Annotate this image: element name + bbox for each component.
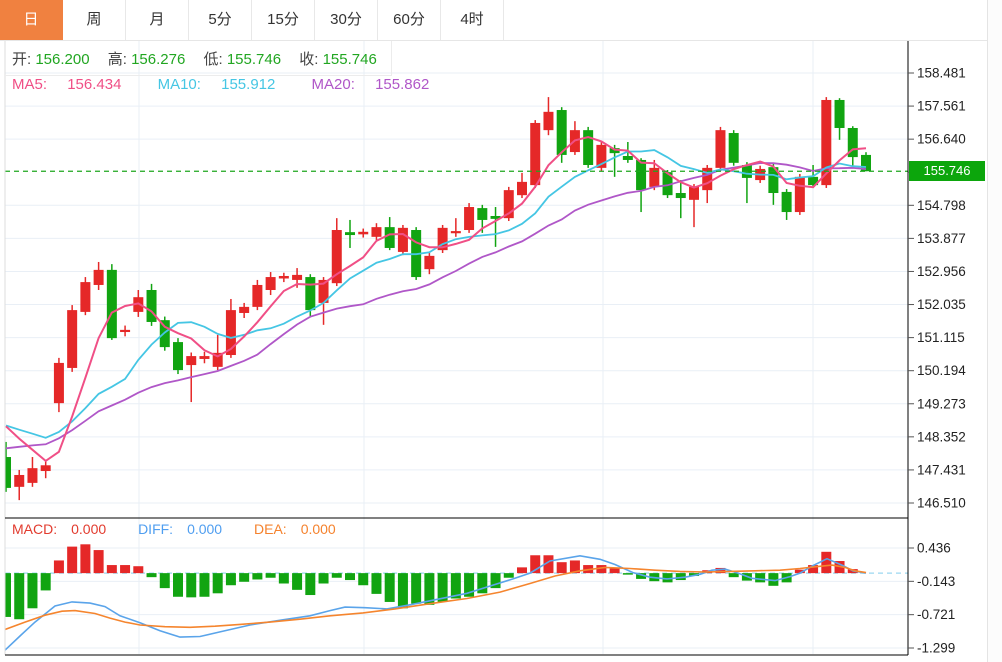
svg-text:-1.299: -1.299 xyxy=(917,641,955,656)
macd-value-label: MACD:0.000 xyxy=(12,521,120,537)
tab-timeframe-4[interactable]: 15分 xyxy=(252,0,315,40)
svg-text:147.431: 147.431 xyxy=(917,462,966,477)
trading-chart-app: 日周月5分15分30分60分4时 158.481157.561156.64015… xyxy=(0,0,1002,662)
svg-text:153.877: 153.877 xyxy=(917,231,966,246)
dea-value-label: DEA:0.000 xyxy=(254,521,350,537)
svg-text:151.115: 151.115 xyxy=(917,330,965,345)
svg-text:152.035: 152.035 xyxy=(917,297,966,312)
ma20-legend: MA20: 155.862 xyxy=(312,76,446,93)
svg-text:0.436: 0.436 xyxy=(917,541,951,556)
svg-text:149.273: 149.273 xyxy=(917,396,966,411)
tab-timeframe-1[interactable]: 周 xyxy=(63,0,126,40)
right-scroll-strip[interactable] xyxy=(987,0,1002,662)
svg-text:148.352: 148.352 xyxy=(917,429,966,444)
close-value: 155.746 xyxy=(323,51,377,68)
svg-text:157.561: 157.561 xyxy=(917,99,966,114)
high-value: 156.276 xyxy=(131,51,185,68)
svg-text:158.481: 158.481 xyxy=(917,66,966,81)
low-label: 低: xyxy=(204,51,223,68)
svg-text:-0.143: -0.143 xyxy=(917,574,955,589)
svg-text:-0.721: -0.721 xyxy=(917,607,955,622)
tab-timeframe-6[interactable]: 60分 xyxy=(378,0,441,40)
svg-text:154.798: 154.798 xyxy=(917,198,966,213)
close-label: 收: xyxy=(299,51,318,68)
current-price-tag: 155.746 xyxy=(909,161,985,181)
ma-legend: MA5: 156.434 MA10: 155.912 MA20: 155.862 xyxy=(12,76,461,93)
timeframe-tabbar: 日周月5分15分30分60分4时 xyxy=(0,0,987,41)
ma10-legend: MA10: 155.912 xyxy=(158,76,292,93)
open-value: 156.200 xyxy=(35,51,89,68)
ohlc-info-row: 开: 156.200 高: 156.276 低: 155.746 收: 155.… xyxy=(12,48,391,69)
diff-value-label: DIFF:0.000 xyxy=(138,521,236,537)
svg-text:156.640: 156.640 xyxy=(917,132,966,147)
tab-timeframe-2[interactable]: 月 xyxy=(126,0,189,40)
low-value: 155.746 xyxy=(227,51,281,68)
svg-text:150.194: 150.194 xyxy=(917,363,966,378)
svg-text:152.956: 152.956 xyxy=(917,264,966,279)
tab-timeframe-7[interactable]: 4时 xyxy=(441,0,504,40)
svg-text:146.510: 146.510 xyxy=(917,496,966,511)
candlestick-chart[interactable]: 158.481 157.561 156.640 154.798 153.877 152.9… xyxy=(0,0,1002,662)
macd-legend: MACD:0.000 DIFF:0.000 DEA:0.000 xyxy=(12,521,364,537)
tab-timeframe-5[interactable]: 30分 xyxy=(315,0,378,40)
open-label: 开: xyxy=(12,51,31,68)
tab-timeframe-0[interactable]: 日 xyxy=(0,0,63,40)
tab-timeframe-3[interactable]: 5分 xyxy=(189,0,252,40)
high-label: 高: xyxy=(108,51,127,68)
ma5-legend: MA5: 156.434 xyxy=(12,76,137,93)
